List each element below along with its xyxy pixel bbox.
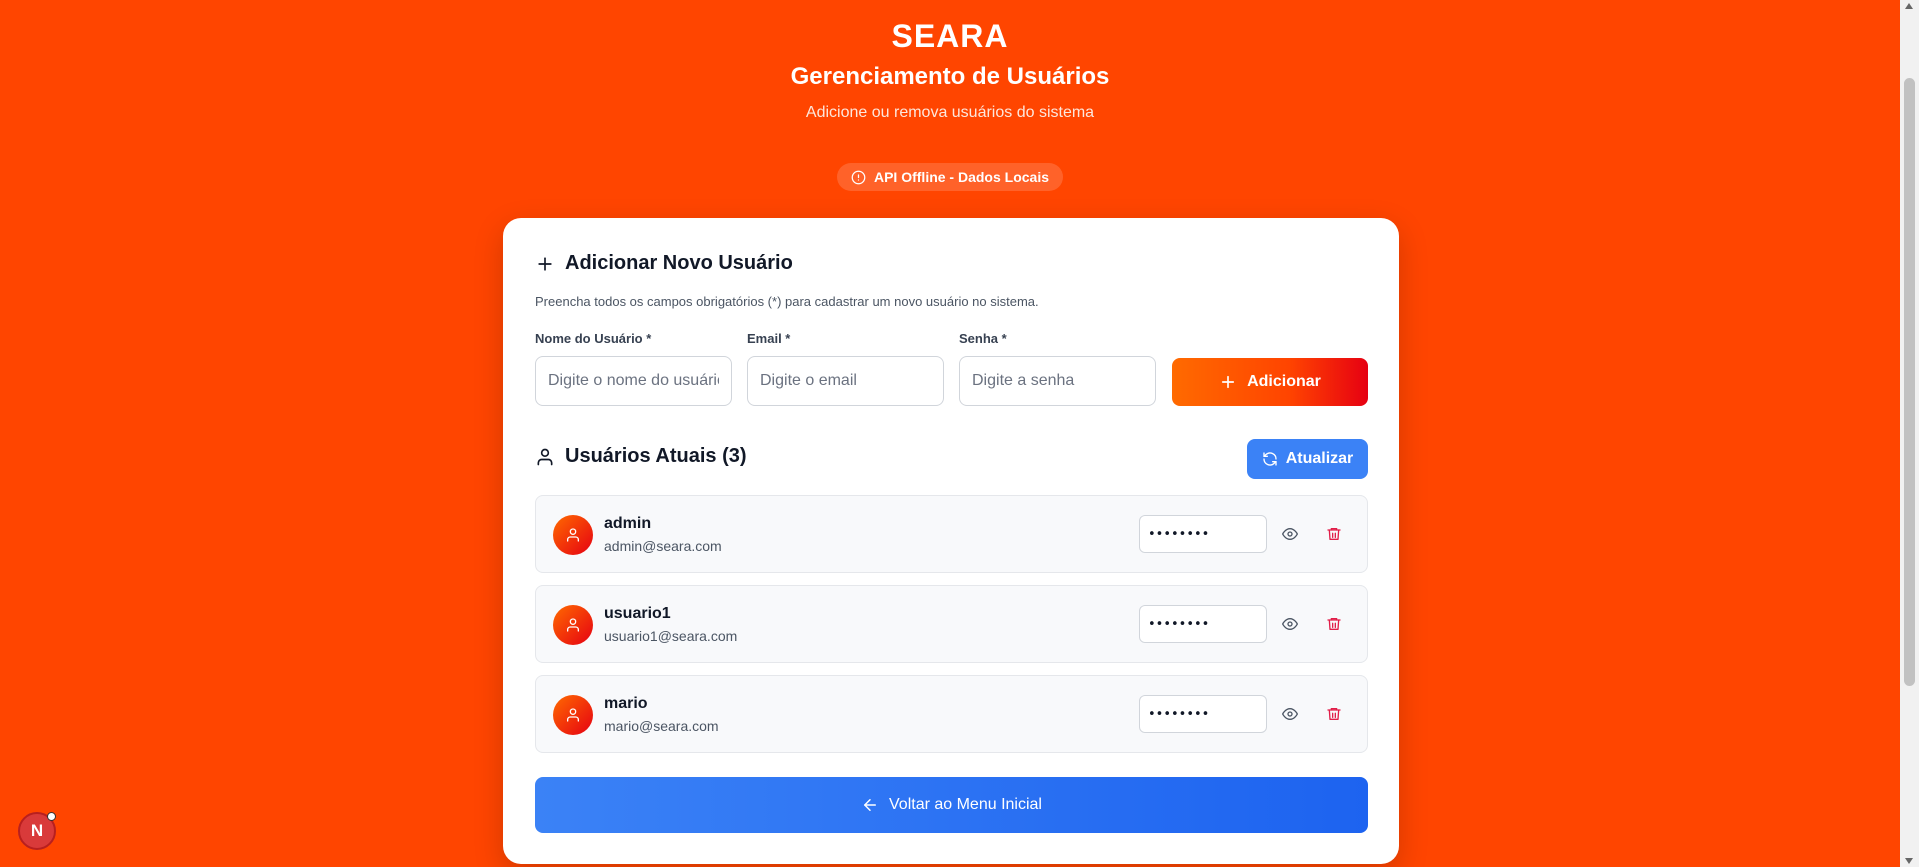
user-icon xyxy=(567,528,579,542)
page-subtitle: Adicione ou remova usuários do sistema xyxy=(805,104,1095,121)
users-card: Adicionar Novo Usuário Preencha todos os… xyxy=(503,218,1399,864)
delete-user-button[interactable] xyxy=(1322,612,1346,636)
user-email: admin@seara.com xyxy=(604,538,722,554)
user-icon xyxy=(567,708,579,722)
dev-tools-indicator xyxy=(47,812,56,821)
email-input[interactable] xyxy=(747,356,944,406)
user-name: admin xyxy=(604,515,652,532)
status-badge: API Offline - Dados Locais xyxy=(836,163,1064,191)
name-label: Nome do Usuário * xyxy=(535,331,652,346)
user-row: admin admin@seara.com xyxy=(535,495,1368,573)
add-user-title: Adicionar Novo Usuário xyxy=(565,252,793,274)
add-user-heading: Adicionar Novo Usuário xyxy=(535,252,793,275)
refresh-button-label: Atualizar xyxy=(1285,450,1354,467)
page-title: Gerenciamento de Usuários xyxy=(790,63,1110,90)
name-input[interactable] xyxy=(535,356,732,406)
back-to-menu-button[interactable]: Voltar ao Menu Inicial xyxy=(535,777,1368,833)
avatar xyxy=(553,605,593,645)
dev-tools-badge[interactable]: N xyxy=(18,812,56,850)
add-user-button[interactable]: Adicionar xyxy=(1172,358,1368,406)
trash-icon xyxy=(1327,708,1341,720)
user-icon xyxy=(537,448,553,465)
alert-circle-icon xyxy=(851,170,866,184)
vertical-scrollbar[interactable] xyxy=(1900,0,1919,867)
user-row: mario mario@seara.com xyxy=(535,675,1368,753)
scrollbar-thumb[interactable] xyxy=(1904,78,1915,686)
user-name: mario xyxy=(604,695,648,712)
status-label: API Offline - Dados Locais xyxy=(873,169,1050,185)
arrow-left-icon xyxy=(864,799,876,811)
user-password-field[interactable] xyxy=(1139,695,1267,733)
users-heading: Usuários Atuais (3) xyxy=(535,445,747,468)
user-row: usuario1 usuario1@seara.com xyxy=(535,585,1368,663)
scroll-up-arrow-icon[interactable] xyxy=(1905,3,1913,9)
plus-icon xyxy=(1222,375,1235,389)
eye-icon xyxy=(1282,528,1298,540)
delete-user-button[interactable] xyxy=(1322,522,1346,546)
refresh-button[interactable]: Atualizar xyxy=(1247,439,1368,479)
password-label: Senha * xyxy=(959,331,1007,346)
users-title: Usuários Atuais (3) xyxy=(565,445,747,467)
add-user-button-label: Adicionar xyxy=(1247,373,1321,390)
user-icon xyxy=(567,618,579,632)
back-to-menu-label: Voltar ao Menu Inicial xyxy=(889,796,1042,813)
scroll-down-arrow-icon[interactable] xyxy=(1905,858,1913,864)
refresh-icon xyxy=(1263,452,1277,466)
user-name: usuario1 xyxy=(604,605,671,622)
trash-icon xyxy=(1327,618,1341,630)
password-input[interactable] xyxy=(959,356,1156,406)
eye-icon xyxy=(1282,708,1298,720)
user-password-field[interactable] xyxy=(1139,605,1267,643)
user-email: mario@seara.com xyxy=(604,718,719,734)
eye-icon xyxy=(1282,618,1298,630)
show-password-button[interactable] xyxy=(1278,522,1302,546)
show-password-button[interactable] xyxy=(1278,702,1302,726)
avatar xyxy=(553,515,593,555)
page: SEARA Gerenciamento de Usuários Adicione… xyxy=(0,0,1900,867)
avatar xyxy=(553,695,593,735)
show-password-button[interactable] xyxy=(1278,612,1302,636)
email-label: Email * xyxy=(747,331,791,346)
trash-icon xyxy=(1327,528,1341,540)
brand-title: SEARA xyxy=(891,18,1009,54)
user-password-field[interactable] xyxy=(1139,515,1267,553)
delete-user-button[interactable] xyxy=(1322,702,1346,726)
add-user-description: Preencha todos os campos obrigatórios (*… xyxy=(535,294,1039,309)
user-email: usuario1@seara.com xyxy=(604,628,738,644)
plus-icon xyxy=(538,256,552,271)
dev-tools-letter: N xyxy=(30,821,44,840)
